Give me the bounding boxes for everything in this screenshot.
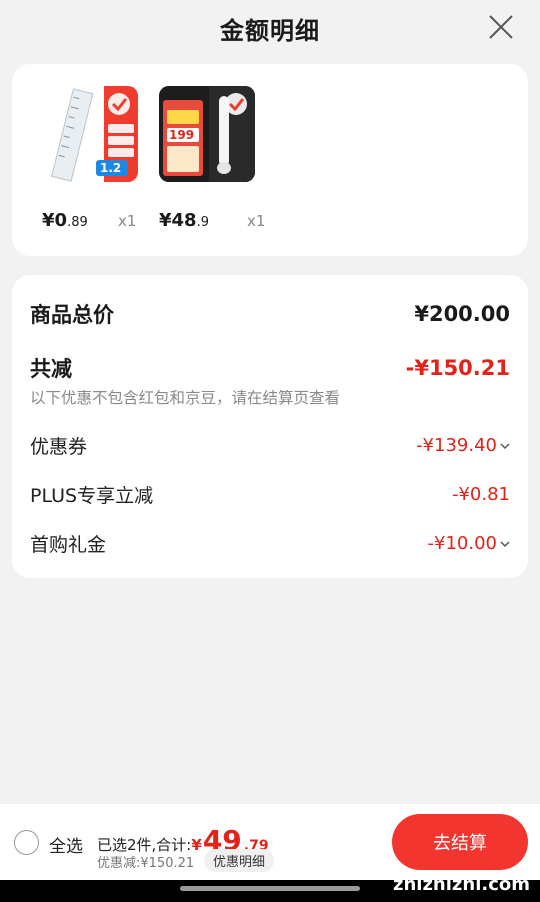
total-reduction-value: -¥150.21 — [405, 356, 510, 380]
close-icon — [489, 15, 513, 39]
product-image: 199 — [159, 86, 255, 182]
discount-row-plus: PLUS专享立减 -¥0.81 — [30, 481, 510, 508]
discount-label: 优惠券 — [30, 436, 88, 458]
close-button[interactable] — [486, 12, 516, 42]
product-badge-text: 199 — [169, 128, 195, 142]
product-badge-text: 1.2 — [100, 161, 122, 175]
discount-label: PLUS专享立减 — [30, 485, 154, 507]
product-quantity: x1 — [247, 212, 266, 230]
total-price-label: 商品总价 — [30, 303, 114, 327]
discount-value: -¥139.40 — [416, 435, 497, 456]
price-summary-card: 商品总价 ¥200.00 共减 -¥150.21 以下优惠不包含红包和京豆，请在… — [12, 275, 528, 578]
discount-note: 以下优惠不包含红包和京豆，请在结算页查看 — [30, 389, 341, 407]
page-title: 金额明细 — [220, 16, 320, 45]
product-price: ¥0.89 — [42, 210, 88, 231]
total-price-row: 商品总价 ¥200.00 — [30, 299, 510, 329]
product-price: ¥48.9 — [159, 210, 209, 231]
discount-value: -¥10.00 — [427, 533, 497, 554]
checkout-label: 去结算 — [433, 833, 487, 854]
total-reduction-row: 共减 -¥150.21 — [30, 353, 510, 383]
checkout-bar: 全选 已选2件,合计: ¥ 49 .79 优惠减:¥150.21 优惠明细 去结… — [0, 804, 540, 880]
select-all-checkbox[interactable] — [14, 830, 39, 855]
discount-detail-button[interactable]: 优惠明细 — [204, 849, 275, 872]
product-item[interactable]: 199 ¥48.9 x1 — [159, 86, 265, 231]
watermark: zhizhizhi.com — [392, 874, 530, 895]
home-indicator[interactable] — [180, 886, 360, 891]
select-all-label[interactable]: 全选 — [49, 832, 83, 857]
total-reduction-label: 共减 — [30, 357, 72, 381]
discount-row-coupon[interactable]: 优惠券 -¥139.40 — [30, 432, 510, 459]
checkout-button[interactable]: 去结算 — [392, 814, 528, 870]
products-card: 1.2 ¥0.89 x1 199 ¥48.9 x1 — [12, 64, 528, 256]
modal-header: 金额明细 — [0, 0, 540, 56]
discount-row-first-purchase[interactable]: 首购礼金 -¥10.00 — [30, 530, 510, 557]
discount-value: -¥0.81 — [451, 484, 510, 505]
product-quantity: x1 — [118, 212, 137, 230]
product-image: 1.2 — [42, 86, 138, 182]
chevron-down-icon — [500, 540, 510, 547]
chevron-down-icon — [500, 442, 510, 449]
total-price-value: ¥200.00 — [414, 302, 510, 326]
product-item[interactable]: 1.2 ¥0.89 x1 — [42, 86, 142, 231]
discount-label: 首购礼金 — [30, 534, 107, 556]
discount-summary: 优惠减:¥150.21 — [97, 856, 195, 871]
